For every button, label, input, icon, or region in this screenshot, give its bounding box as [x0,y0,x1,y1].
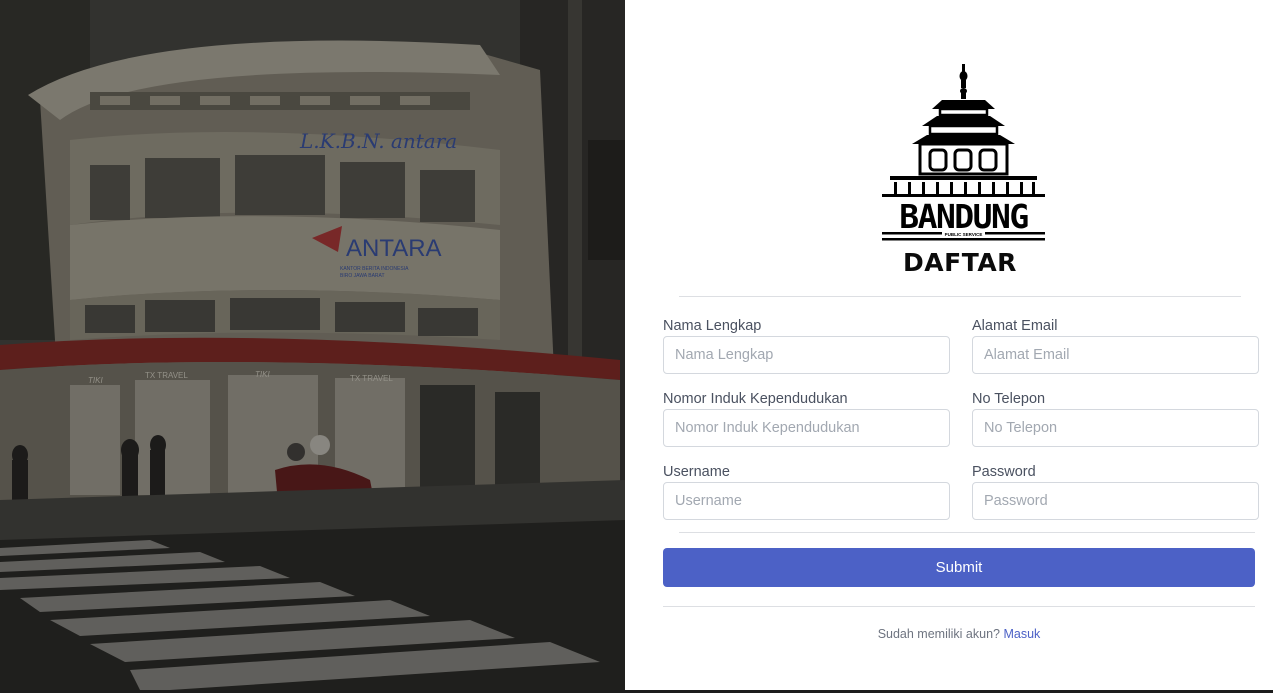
full-name-label: Nama Lengkap [663,318,762,334]
phone-group: No Telepon [972,389,1259,447]
submit-button[interactable]: Submit [663,548,1255,587]
divider-top [679,296,1241,297]
bandung-wordmark: BANDUNG [899,197,1028,236]
background-photo: L.K.B.N. antara ANTARA KANTOR BERITA IND… [0,0,625,690]
full-name-group: Nama Lengkap [663,316,950,374]
login-prompt: Sudah memiliki akun? Masuk [663,627,1255,641]
divider-middle [679,532,1255,533]
divider-bottom [663,606,1255,607]
email-label: Alamat Email [972,318,1058,334]
register-panel: BANDUNG PUBLIC SERVICE DAFTAR Nama Lengk… [625,0,1273,690]
bandung-tagline: PUBLIC SERVICE [945,232,983,237]
login-prompt-text: Sudah memiliki akun? [877,627,1000,641]
nik-label: Nomor Induk Kependudukan [663,391,848,407]
phone-label: No Telepon [972,391,1046,407]
email-input[interactable] [972,336,1259,374]
username-label: Username [663,464,730,480]
password-input[interactable] [972,482,1259,520]
login-link[interactable]: Masuk [1003,627,1040,641]
page-title: DAFTAR [903,248,1017,277]
bandung-logo: BANDUNG PUBLIC SERVICE [882,64,1045,242]
phone-input[interactable] [972,409,1259,447]
password-label: Password [972,464,1036,480]
username-input[interactable] [663,482,950,520]
full-name-input[interactable] [663,336,950,374]
nik-group: Nomor Induk Kependudukan [663,389,950,447]
password-group: Password [972,462,1259,520]
nik-input[interactable] [663,409,950,447]
username-group: Username [663,462,950,520]
street-scene-illustration: L.K.B.N. antara ANTARA KANTOR BERITA IND… [0,0,625,690]
email-group: Alamat Email [972,316,1259,374]
bandung-gedung-sate-icon: BANDUNG PUBLIC SERVICE [882,64,1045,241]
